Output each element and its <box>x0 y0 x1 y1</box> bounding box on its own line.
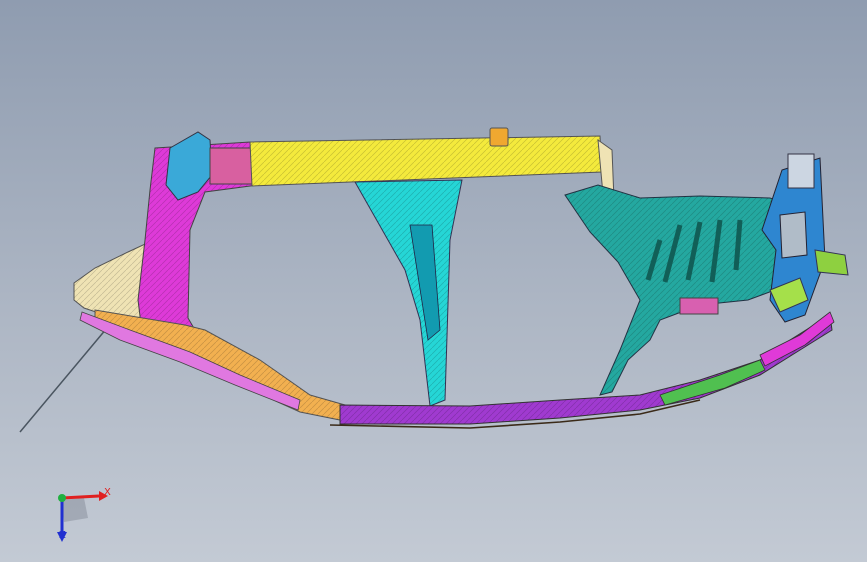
sill-front-green <box>659 359 766 406</box>
z-axis-label: Z <box>59 530 66 541</box>
triad-base-shadow <box>62 498 88 522</box>
y-axis-dot <box>58 494 66 502</box>
axis-triad: X Z <box>44 478 114 548</box>
a-pillar-window <box>779 211 808 259</box>
roof-rail-clip <box>489 127 509 147</box>
rear-antenna-line <box>19 321 113 433</box>
x-axis-label: X <box>104 487 111 498</box>
sill-front-magenta <box>759 311 835 367</box>
rear-lower-rail-hatch <box>95 310 345 420</box>
x-axis-arrow <box>61 494 100 500</box>
front-fender-tab <box>814 249 849 276</box>
cad-viewport[interactable]: X Z <box>0 0 867 562</box>
door-hinge-block <box>679 297 719 315</box>
roof-side-rail-hatch <box>250 136 602 186</box>
car-body-side-frame-model[interactable] <box>0 0 867 562</box>
a-pillar-top-plate <box>787 153 815 189</box>
